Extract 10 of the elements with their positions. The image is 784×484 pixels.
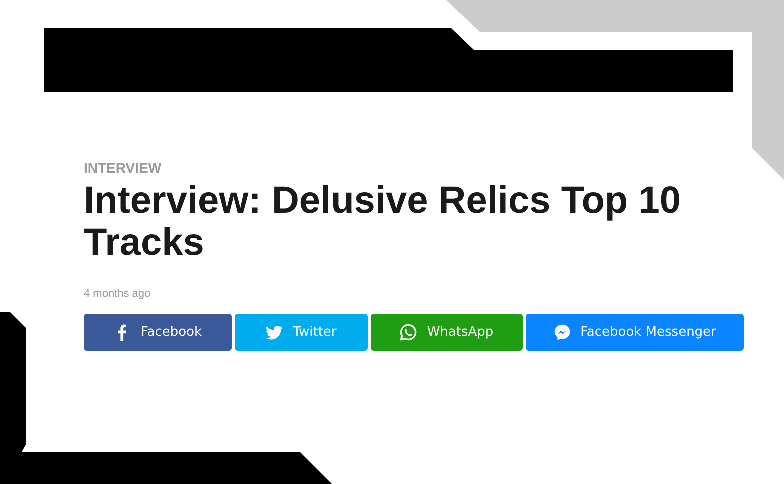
share-button[interactable]: Twitter <box>235 314 368 351</box>
share-button[interactable]: Facebook Messenger <box>526 314 744 351</box>
bird-icon <box>266 324 284 341</box>
chat-bubble-icon <box>554 324 571 341</box>
article-title: Interview: Delusive Relics Top 10 Tracks <box>84 180 682 264</box>
post-date: 4 months ago <box>84 288 151 300</box>
phone-bubble-icon <box>400 324 418 341</box>
share-button[interactable]: Facebook <box>84 314 232 351</box>
share-button[interactable]: WhatsApp <box>371 314 523 351</box>
category-label: INTERVIEW <box>84 160 162 176</box>
